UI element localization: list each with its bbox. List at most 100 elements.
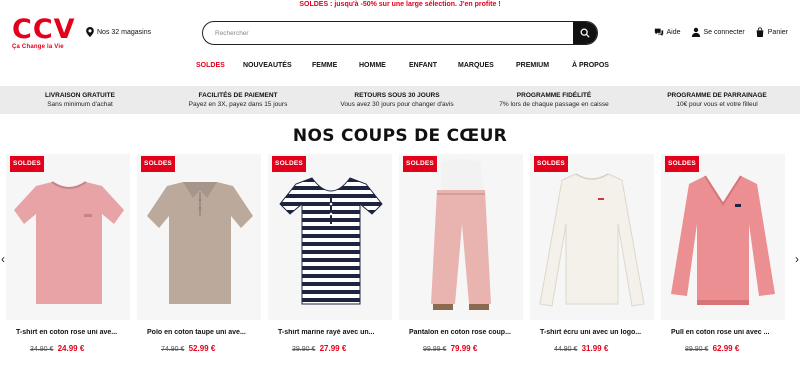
- product-name[interactable]: Pull en coton rose uni avec ...: [671, 329, 785, 336]
- benefit-title: LIVRAISON GRATUITE: [45, 92, 115, 99]
- sale-badge: SOLDES: [403, 156, 437, 172]
- product-image[interactable]: [661, 154, 785, 320]
- sale-badge: SOLDES: [141, 156, 175, 172]
- nav-marques[interactable]: MARQUES: [458, 62, 494, 69]
- logo-tagline: Ça Change la Vie: [12, 44, 64, 50]
- chat-help-icon: [654, 28, 663, 37]
- product-name[interactable]: T-shirt écru uni avec un logo...: [540, 329, 654, 336]
- nav-enfant[interactable]: ENFANT: [409, 62, 437, 69]
- product-card[interactable]: SOLDES Polo en coton taupe uni ave... 74…: [137, 152, 261, 366]
- sale-price: 27.99 €: [319, 344, 347, 353]
- sale-badge: SOLDES: [10, 156, 44, 172]
- benefits-bar: LIVRAISON GRATUITE Sans minimum d'achat …: [0, 86, 800, 114]
- nav-a-propos[interactable]: À PROPOS: [572, 62, 609, 69]
- sweater-illustration: [671, 175, 775, 305]
- product-price: 74.90 € 52.99 €: [161, 344, 215, 353]
- garment-shape: [431, 190, 491, 304]
- main-nav: SOLDES NOUVEAUTÉS FEMME HOMME ENFANT MAR…: [0, 58, 800, 76]
- old-price: 44.90 €: [554, 346, 578, 353]
- product-card[interactable]: SOLDES T-shirt écru uni avec un logo... …: [530, 152, 654, 366]
- product-price: 44.90 € 31.99 €: [554, 344, 608, 353]
- tshirt-illustration: [14, 181, 124, 304]
- benefit-loyalty[interactable]: PROGRAMME FIDÉLITÉ 7% lors de chaque pas…: [484, 91, 624, 109]
- product-name[interactable]: T-shirt marine rayé avec un...: [278, 329, 392, 336]
- product-card[interactable]: SOLDES Pull en coton rose uni avec ... 8…: [661, 152, 785, 366]
- benefit-title: RETOURS SOUS 30 JOURS: [354, 92, 440, 99]
- sale-price: 62.99 €: [712, 344, 740, 353]
- garment-shape: [671, 176, 775, 304]
- nav-premium[interactable]: PREMIUM: [516, 62, 549, 69]
- cart-link[interactable]: Panier: [755, 27, 788, 37]
- benefit-subtitle: Sans minimum d'achat: [47, 101, 113, 108]
- search-bar: [202, 21, 598, 45]
- old-price: 99.99 €: [423, 346, 447, 353]
- old-price: 34.90 €: [30, 346, 54, 353]
- product-name[interactable]: Pantalon en coton rose coup...: [409, 329, 523, 336]
- polo-illustration: [147, 182, 253, 304]
- logo-text: CCV: [12, 14, 76, 45]
- sale-badge: SOLDES: [272, 156, 306, 172]
- help-link[interactable]: Aide: [654, 27, 681, 37]
- longsleeve-illustration: [539, 173, 645, 307]
- striped-tshirt-illustration: [279, 177, 383, 305]
- sale-price: 24.99 €: [57, 344, 85, 353]
- nav-nouveautes[interactable]: NOUVEAUTÉS: [243, 62, 292, 69]
- benefit-free-delivery[interactable]: LIVRAISON GRATUITE Sans minimum d'achat: [10, 91, 150, 109]
- search-button[interactable]: [573, 22, 597, 44]
- product-name[interactable]: T-shirt en coton rose uni ave...: [16, 329, 130, 336]
- search-icon: [580, 28, 590, 38]
- login-link[interactable]: Se connecter: [691, 27, 745, 37]
- nav-homme[interactable]: HOMME: [359, 62, 386, 69]
- benefit-subtitle: Vous avez 30 jours pour changer d'avis: [340, 101, 454, 108]
- login-label: Se connecter: [703, 28, 745, 36]
- product-price: 34.90 € 24.99 €: [30, 344, 84, 353]
- user-icon: [691, 27, 700, 37]
- stores-label: Nos 32 magasins: [97, 28, 152, 36]
- nav-femme[interactable]: FEMME: [312, 62, 337, 69]
- garment-shape: [14, 182, 124, 304]
- benefit-subtitle: 7% lors de chaque passage en caisse: [499, 101, 609, 108]
- benefit-payment[interactable]: FACILITÉS DE PAIEMENT Payez en 3X, payez…: [168, 91, 308, 109]
- old-price: 89.90 €: [685, 346, 709, 353]
- product-price: 99.99 € 79.99 €: [423, 344, 477, 353]
- benefit-title: PROGRAMME DE PARRAINAGE: [667, 92, 767, 99]
- location-pin-icon: [86, 27, 94, 37]
- old-price: 39.90 €: [292, 346, 316, 353]
- sale-price: 79.99 €: [450, 344, 478, 353]
- product-price: 89.90 € 62.99 €: [685, 344, 739, 353]
- garment-shape: [539, 173, 645, 307]
- benefit-subtitle: 10€ pour vous et votre filleul: [676, 101, 758, 108]
- section-title: NOS COUPS DE CŒUR: [292, 126, 508, 146]
- product-carousel: ‹ › SOLDES T-shirt en coton rose uni ave…: [0, 152, 800, 366]
- promo-banner[interactable]: SOLDES : jusqu'à -50% sur une large séle…: [0, 0, 800, 10]
- benefit-referral[interactable]: PROGRAMME DE PARRAINAGE 10€ pour vous et…: [647, 91, 787, 109]
- product-card[interactable]: SOLDES Pantalon en coton rose coup... 99…: [399, 152, 523, 366]
- carousel-prev-arrow[interactable]: ‹: [1, 252, 5, 266]
- header-actions: Aide Se connecter Panier: [654, 27, 788, 37]
- benefit-title: FACILITÉS DE PAIEMENT: [198, 92, 278, 99]
- nav-soldes[interactable]: SOLDES: [196, 62, 225, 69]
- shopping-bag-icon: [756, 27, 764, 37]
- product-card[interactable]: SOLDES T-shirt en coton rose uni ave... …: [6, 152, 130, 366]
- product-image[interactable]: [6, 154, 130, 320]
- product-name[interactable]: Polo en coton taupe uni ave...: [147, 329, 261, 336]
- benefit-title: PROGRAMME FIDÉLITÉ: [516, 92, 592, 99]
- ccv-logo[interactable]: CCV Ça Change la Vie: [12, 16, 78, 56]
- product-image[interactable]: [530, 154, 654, 320]
- old-price: 74.90 €: [161, 346, 185, 353]
- site-header: CCV Ça Change la Vie Nos 32 magasins Aid…: [0, 10, 800, 58]
- product-image[interactable]: [399, 154, 523, 320]
- benefit-returns[interactable]: RETOURS SOUS 30 JOURS Vous avez 30 jours…: [327, 91, 467, 109]
- product-price: 39.90 € 27.99 €: [292, 344, 346, 353]
- search-input[interactable]: [203, 22, 575, 44]
- sale-badge: SOLDES: [665, 156, 699, 172]
- cart-label: Panier: [767, 28, 788, 36]
- product-card[interactable]: SOLDES T-shirt marine rayé avec un... 39…: [268, 152, 392, 366]
- product-image[interactable]: [268, 154, 392, 320]
- store-locator-link[interactable]: Nos 32 magasins: [86, 27, 151, 37]
- help-label: Aide: [666, 28, 681, 36]
- benefit-subtitle: Payez en 3X, payez dans 15 jours: [188, 101, 288, 108]
- carousel-next-arrow[interactable]: ›: [795, 252, 799, 266]
- product-image[interactable]: [137, 154, 261, 320]
- trousers-illustration: [431, 159, 491, 310]
